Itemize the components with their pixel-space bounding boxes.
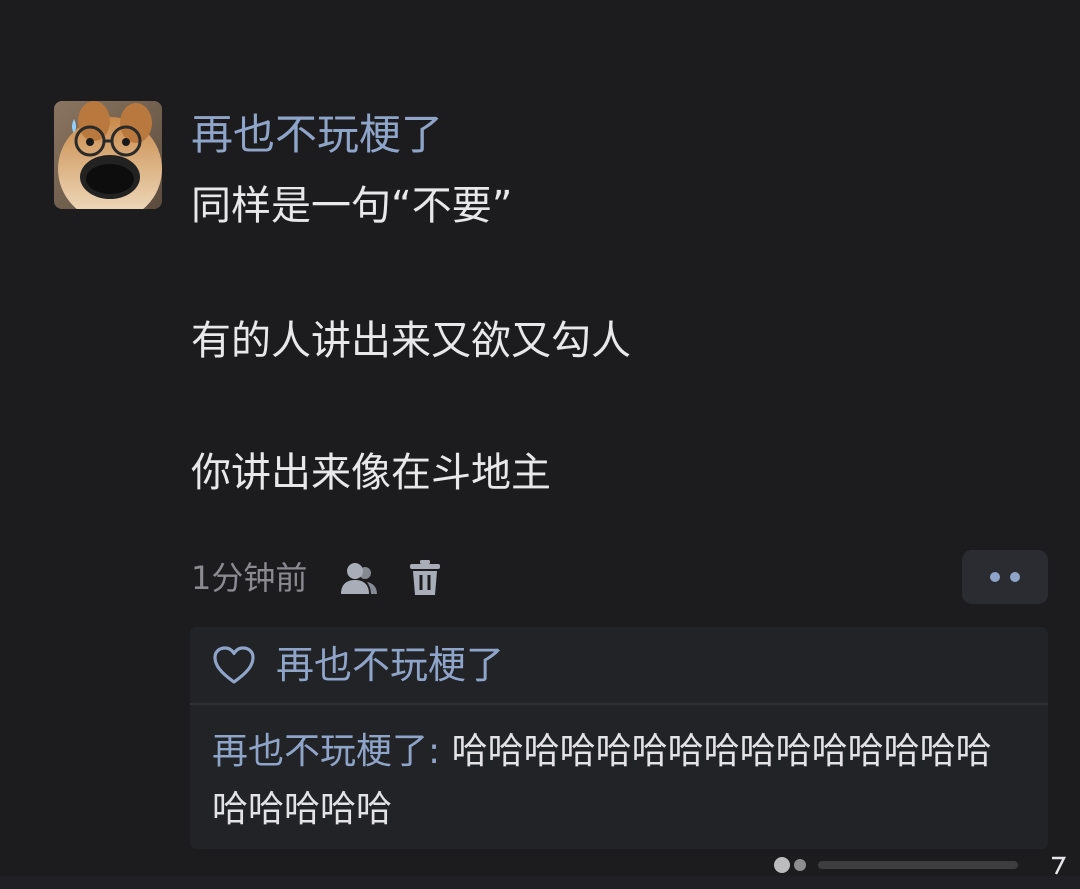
post-timestamp: 1分钟前 — [191, 559, 308, 597]
post-meta-row: 1分钟前 — [191, 554, 469, 602]
more-options-button[interactable] — [962, 550, 1048, 604]
reply-separator: : — [428, 731, 452, 772]
reply-comment[interactable]: 再也不玩梗了: 哈哈哈哈哈哈哈哈哈哈哈哈哈哈哈哈哈哈哈哈 — [190, 705, 1048, 839]
avatar[interactable] — [54, 101, 162, 209]
trash-icon[interactable] — [403, 556, 447, 600]
post-text-line: 同样是一句“不要” — [191, 183, 513, 229]
post-text-line: 有的人讲出来又欲又勾人 — [191, 318, 631, 364]
reply-panel: 再也不玩梗了 再也不玩梗了: 哈哈哈哈哈哈哈哈哈哈哈哈哈哈哈哈哈哈哈哈 — [190, 627, 1048, 849]
post-username[interactable]: 再也不玩梗了 — [191, 108, 443, 162]
post-text-line: 你讲出来像在斗地主 — [191, 450, 551, 496]
reply-author[interactable]: 再也不玩梗了 — [212, 731, 428, 772]
more-dots-icon — [990, 572, 1020, 582]
heart-icon[interactable] — [212, 645, 256, 685]
likes-row: 再也不玩梗了 — [190, 627, 1048, 705]
watermark-logo — [774, 856, 1067, 875]
person-icon[interactable] — [337, 556, 381, 600]
liker-name[interactable]: 再也不玩梗了 — [276, 640, 504, 690]
